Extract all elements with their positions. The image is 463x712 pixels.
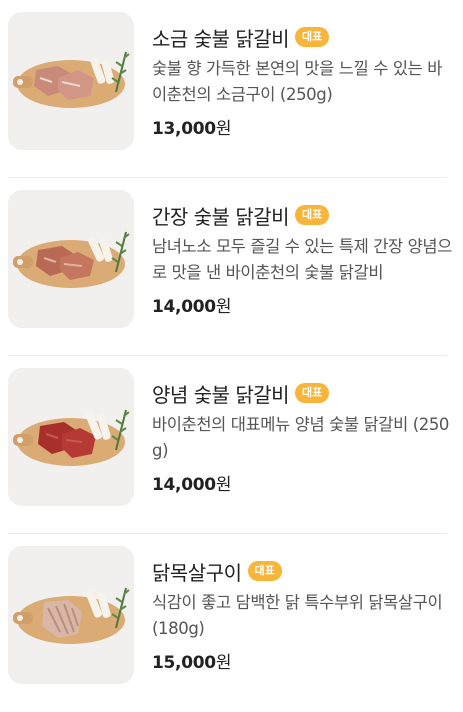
menu-item[interactable]: 양념 숯불 닭갈비 대표 바이춘천의 대표메뉴 양념 숯불 닭갈비 (250g)…	[0, 356, 463, 534]
price-value: 14,000	[152, 475, 216, 495]
menu-description: 남녀노소 모두 즐길 수 있는 특제 간장 양념으로 맛을 낸 바이춘천의 숯불…	[152, 237, 452, 282]
menu-item[interactable]: 간장 숯불 닭갈비 대표 남녀노소 모두 즐길 수 있는 특제 간장 양념으로 …	[0, 178, 463, 356]
title-row: 닭목살구이 대표	[152, 556, 452, 586]
salt-chicken-galbi-photo	[8, 12, 134, 150]
menu-price: 13,000원	[152, 114, 452, 139]
menu-title: 간장 숯불 닭갈비	[152, 204, 290, 229]
menu-description: 숯불 향 가득한 본연의 맛을 느낄 수 있는 바이춘천의 소금구이 (250g…	[152, 59, 443, 104]
title-row: 소금 숯불 닭갈비 대표	[152, 22, 452, 52]
price-value: 13,000	[152, 119, 216, 139]
price-value: 15,000	[152, 653, 216, 673]
menu-photo-svg	[8, 546, 134, 684]
price-unit: 원	[215, 475, 232, 495]
menu-title: 소금 숯불 닭갈비	[152, 26, 290, 51]
menu-price: 14,000원	[152, 470, 452, 495]
menu-info: 양념 숯불 닭갈비 대표 바이춘천의 대표메뉴 양념 숯불 닭갈비 (250g)…	[152, 378, 452, 496]
signature-badge: 대표	[295, 205, 330, 225]
menu-photo-svg	[8, 12, 134, 150]
menu-info: 닭목살구이 대표 식감이 좋고 담백한 닭 특수부위 닭목살구이 (180g) …	[152, 556, 452, 674]
chicken-neck-photo	[8, 546, 134, 684]
price-unit: 원	[215, 119, 232, 139]
menu-title: 양념 숯불 닭갈비	[152, 382, 290, 407]
signature-badge: 대표	[295, 27, 330, 47]
menu-photo-svg	[8, 368, 134, 506]
price-unit: 원	[215, 297, 232, 317]
spicy-chicken-galbi-photo	[8, 368, 134, 506]
signature-badge: 대표	[295, 383, 330, 403]
menu-price: 14,000원	[152, 292, 452, 317]
menu-price: 15,000원	[152, 648, 452, 673]
menu-title: 닭목살구이	[152, 560, 242, 585]
title-row: 간장 숯불 닭갈비 대표	[152, 200, 452, 230]
menu-photo-svg	[8, 190, 134, 328]
menu-info: 간장 숯불 닭갈비 대표 남녀노소 모두 즐길 수 있는 특제 간장 양념으로 …	[152, 200, 452, 318]
menu-description: 식감이 좋고 담백한 닭 특수부위 닭목살구이 (180g)	[152, 593, 443, 638]
menu-list: 소금 숯불 닭갈비 대표 숯불 향 가득한 본연의 맛을 느낄 수 있는 바이춘…	[0, 0, 463, 702]
title-row: 양념 숯불 닭갈비 대표	[152, 378, 452, 408]
menu-item[interactable]: 소금 숯불 닭갈비 대표 숯불 향 가득한 본연의 맛을 느낄 수 있는 바이춘…	[0, 0, 463, 178]
soy-chicken-galbi-photo	[8, 190, 134, 328]
menu-item[interactable]: 닭목살구이 대표 식감이 좋고 담백한 닭 특수부위 닭목살구이 (180g) …	[0, 534, 463, 712]
price-value: 14,000	[152, 297, 216, 317]
price-unit: 원	[215, 653, 232, 673]
menu-description: 바이춘천의 대표메뉴 양념 숯불 닭갈비 (250g)	[152, 415, 450, 460]
signature-badge: 대표	[247, 561, 282, 581]
menu-info: 소금 숯불 닭갈비 대표 숯불 향 가득한 본연의 맛을 느낄 수 있는 바이춘…	[152, 22, 452, 140]
